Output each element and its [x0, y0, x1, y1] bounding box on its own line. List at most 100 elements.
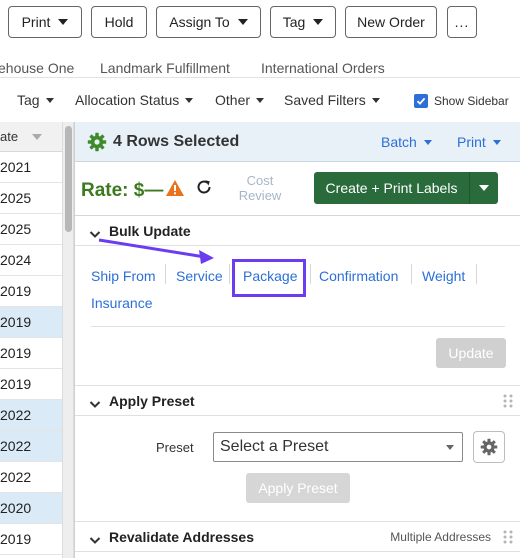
- table-row[interactable]: 2022: [0, 400, 62, 431]
- show-sidebar-toggle[interactable]: Show Sidebar: [414, 94, 509, 108]
- table-row[interactable]: 2019: [0, 338, 62, 369]
- cost-review-link[interactable]: Cost Review: [235, 173, 285, 203]
- caret-down-icon: [446, 445, 454, 450]
- print-label: Print: [21, 14, 51, 30]
- tab-divider: [310, 264, 311, 284]
- ellipsis-icon: ...: [454, 14, 470, 30]
- date-cell: 2025: [0, 221, 32, 237]
- table-row[interactable]: 2019: [0, 524, 62, 555]
- table-row[interactable]: 2019: [0, 276, 62, 307]
- hold-label: Hold: [104, 14, 134, 30]
- action-toolbar: Print Hold Assign To Tag New Order ...: [0, 0, 520, 48]
- tab-divider: [476, 264, 477, 284]
- rows-selected-label: 4 Rows Selected: [113, 133, 240, 150]
- rows-selected-indicator: 4 Rows Selected: [87, 132, 239, 152]
- table-row[interactable]: 2025: [0, 214, 62, 245]
- checkbox-checked-icon[interactable]: [414, 94, 428, 108]
- date-cell: 2019: [0, 345, 32, 361]
- create-print-labels-dropdown[interactable]: [470, 172, 498, 204]
- date-column-label: ate: [0, 129, 19, 144]
- tag-filter-label: Tag: [17, 92, 40, 108]
- gear-icon: [480, 438, 498, 456]
- chevron-down-icon: [89, 226, 101, 244]
- tabs-divider: [91, 326, 505, 327]
- tab-insurance[interactable]: Insurance: [91, 295, 152, 311]
- sort-caret-icon: [32, 134, 42, 140]
- table-row[interactable]: 2025: [0, 183, 62, 214]
- print-dropdown-button[interactable]: Print: [8, 6, 82, 38]
- orders-grid: ate 2021 2025 2025 2024 2019 2019 2019 2019 2022…: [0, 122, 62, 558]
- table-row[interactable]: 2020: [0, 493, 62, 524]
- date-cell: 2024: [0, 252, 32, 268]
- caret-down-icon: [492, 139, 501, 145]
- batch-label: Batch: [381, 134, 417, 150]
- date-cell: 2025: [0, 190, 32, 206]
- store-tab-international-orders[interactable]: International Orders: [261, 60, 385, 76]
- create-print-labels-label[interactable]: Create + Print Labels: [314, 172, 470, 204]
- store-tabs: ehouse One Landmark Fulfillment Internat…: [0, 56, 520, 78]
- print-batch-label: Print: [457, 134, 486, 150]
- tab-ship-from[interactable]: Ship From: [91, 268, 156, 284]
- batch-sidebar: 4 Rows Selected Batch Print Rate: $— Cos…: [74, 122, 520, 558]
- tag-dropdown-button[interactable]: Tag: [270, 6, 336, 38]
- date-cell: 2019: [0, 283, 32, 299]
- caret-down-icon: [371, 97, 380, 103]
- package-tab-highlight: [232, 259, 306, 297]
- preset-select[interactable]: Select a Preset: [213, 432, 463, 462]
- tab-weight[interactable]: Weight: [422, 268, 465, 284]
- allocation-status-filter[interactable]: Allocation Status: [75, 92, 194, 108]
- multiple-addresses-note: Multiple Addresses: [390, 530, 491, 544]
- update-button[interactable]: Update: [436, 338, 506, 368]
- date-cell: 2019: [0, 314, 32, 330]
- store-tab-landmark-fulfillment[interactable]: Landmark Fulfillment: [100, 60, 230, 76]
- batch-dropdown[interactable]: Batch: [381, 134, 432, 150]
- bulk-update-section-header[interactable]: Bulk Update: [75, 216, 520, 246]
- drag-handle-icon[interactable]: [503, 394, 513, 413]
- table-row[interactable]: 2022: [0, 431, 62, 462]
- filter-bar: Tag Allocation Status Other Saved Filter…: [0, 86, 520, 116]
- table-row[interactable]: 2021: [0, 152, 62, 183]
- tab-divider: [165, 264, 166, 284]
- drag-handle-icon[interactable]: [503, 530, 513, 549]
- apply-preset-button[interactable]: Apply Preset: [246, 473, 350, 503]
- preset-settings-button[interactable]: [473, 431, 505, 463]
- grid-rows: 2021 2025 2025 2024 2019 2019 2019 2019 2022 2022…: [0, 152, 62, 555]
- warning-icon[interactable]: [165, 179, 185, 202]
- tab-service[interactable]: Service: [176, 268, 223, 284]
- tab-divider: [229, 264, 230, 284]
- date-cell: 2022: [0, 407, 32, 423]
- show-sidebar-label: Show Sidebar: [434, 94, 509, 108]
- caret-down-icon: [256, 97, 265, 103]
- other-filter[interactable]: Other: [215, 92, 265, 108]
- new-order-button[interactable]: New Order: [345, 6, 437, 38]
- create-print-labels-button[interactable]: Create + Print Labels: [314, 172, 498, 204]
- chevron-down-icon: [58, 19, 69, 25]
- apply-preset-section-header[interactable]: Apply Preset: [75, 385, 520, 416]
- hold-button[interactable]: Hold: [91, 6, 147, 38]
- date-cell: 2021: [0, 159, 32, 175]
- more-actions-button[interactable]: ...: [447, 6, 477, 38]
- new-order-label: New Order: [357, 14, 425, 30]
- print-batch-dropdown[interactable]: Print: [457, 134, 501, 150]
- revalidate-addresses-section-header[interactable]: Revalidate Addresses Multiple Addresses: [75, 521, 520, 552]
- date-column-header[interactable]: ate: [0, 122, 62, 152]
- tab-confirmation[interactable]: Confirmation: [319, 268, 398, 284]
- table-row[interactable]: 2022: [0, 462, 62, 493]
- assign-to-label: Assign To: [169, 14, 230, 30]
- date-cell: 2022: [0, 438, 32, 454]
- assign-to-dropdown-button[interactable]: Assign To: [156, 6, 261, 38]
- table-row[interactable]: 2019: [0, 307, 62, 338]
- tag-label: Tag: [282, 14, 306, 30]
- saved-filters-dropdown[interactable]: Saved Filters: [284, 92, 380, 108]
- allocation-status-label: Allocation Status: [75, 92, 180, 108]
- grid-scrollbar[interactable]: [62, 122, 74, 558]
- preset-label: Preset: [156, 440, 194, 455]
- table-row[interactable]: 2019: [0, 369, 62, 400]
- refresh-icon[interactable]: [195, 178, 213, 201]
- tag-filter[interactable]: Tag: [17, 92, 54, 108]
- scrollbar-thumb[interactable]: [65, 126, 72, 232]
- preset-select-value: Select a Preset: [220, 438, 329, 455]
- bulk-update-title: Bulk Update: [109, 223, 191, 239]
- store-tab-warehouse-one[interactable]: ehouse One: [0, 60, 74, 76]
- table-row[interactable]: 2024: [0, 245, 62, 276]
